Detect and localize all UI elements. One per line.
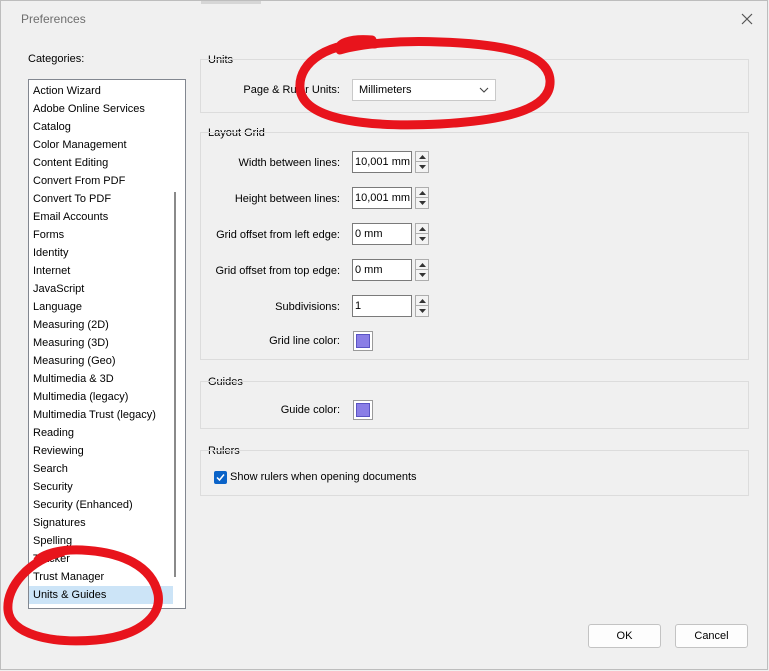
spin-up-button[interactable] [415, 223, 429, 234]
height-between-lines-input[interactable]: 10,001 mm [352, 187, 412, 209]
guide-color-label: Guide color: [280, 404, 340, 416]
category-item[interactable]: Email Accounts [29, 208, 173, 226]
triangle-down-icon [419, 201, 426, 205]
category-item[interactable]: Security (Enhanced) [29, 496, 173, 514]
triangle-up-icon [419, 191, 426, 195]
show-rulers-checkbox[interactable] [214, 471, 227, 484]
spin-down-button[interactable] [415, 234, 429, 245]
grid-line-color-label: Grid line color: [269, 335, 340, 347]
category-item[interactable]: Catalog [29, 118, 173, 136]
spin-down-button[interactable] [415, 162, 429, 173]
width-spinner[interactable] [415, 151, 429, 173]
category-item[interactable]: Search [29, 460, 173, 478]
title-bar: Preferences [1, 1, 767, 37]
category-item[interactable]: Measuring (Geo) [29, 352, 173, 370]
category-item[interactable]: Signatures [29, 514, 173, 532]
triangle-up-icon [419, 155, 426, 159]
window-title: Preferences [21, 12, 86, 26]
width-between-lines-input[interactable]: 10,001 mm [352, 151, 412, 173]
triangle-up-icon [419, 227, 426, 231]
triangle-up-icon [419, 299, 426, 303]
checkmark-icon [216, 474, 225, 482]
page-ruler-units-label: Page & Ruler Units: [243, 84, 340, 96]
category-item[interactable]: Color Management [29, 136, 173, 154]
height-between-lines-label: Height between lines: [234, 193, 340, 205]
close-button[interactable] [737, 9, 757, 29]
triangle-down-icon [419, 273, 426, 277]
close-icon [741, 13, 753, 25]
spin-up-button[interactable] [415, 295, 429, 306]
spin-up-button[interactable] [415, 259, 429, 270]
categories-scrollbar[interactable] [174, 192, 176, 577]
category-item[interactable]: Reviewing [29, 442, 173, 460]
spin-up-button[interactable] [415, 151, 429, 162]
cancel-button[interactable]: Cancel [675, 624, 748, 648]
preferences-dialog: Preferences Categories: Action Wizard Ado… [0, 0, 768, 670]
category-item[interactable]: Security [29, 478, 173, 496]
offset-top-label: Grid offset from top edge: [215, 265, 340, 277]
page-ruler-units-select[interactable]: Millimeters [352, 79, 496, 101]
spin-up-button[interactable] [415, 187, 429, 198]
triangle-up-icon [419, 263, 426, 267]
height-spinner[interactable] [415, 187, 429, 209]
page-ruler-units-value: Millimeters [359, 84, 412, 96]
category-item[interactable]: Units & Guides [29, 586, 173, 604]
subdivisions-label: Subdivisions: [275, 301, 340, 313]
category-item[interactable]: Adobe Online Services [29, 100, 173, 118]
subdivisions-input[interactable]: 1 [352, 295, 412, 317]
spin-down-button[interactable] [415, 198, 429, 209]
offset-left-spinner[interactable] [415, 223, 429, 245]
category-item[interactable]: Tracker [29, 550, 173, 568]
category-item[interactable]: Identity [29, 244, 173, 262]
guide-color-picker[interactable] [353, 400, 373, 420]
grid-line-color-picker[interactable] [353, 331, 373, 351]
offset-left-input[interactable]: 0 mm [352, 223, 412, 245]
offset-top-spinner[interactable] [415, 259, 429, 281]
spin-down-button[interactable] [415, 306, 429, 317]
grid-line-color-swatch [356, 334, 370, 348]
triangle-down-icon [419, 237, 426, 241]
chevron-down-icon [479, 87, 489, 93]
triangle-down-icon [419, 309, 426, 313]
ok-button[interactable]: OK [588, 624, 661, 648]
triangle-down-icon [419, 165, 426, 169]
category-item[interactable]: JavaScript [29, 280, 173, 298]
guide-color-swatch [356, 403, 370, 417]
subdivisions-spinner[interactable] [415, 295, 429, 317]
width-between-lines-label: Width between lines: [238, 157, 341, 169]
offset-top-input[interactable]: 0 mm [352, 259, 412, 281]
category-item[interactable]: Spelling [29, 532, 173, 550]
category-item[interactable]: Multimedia & 3D [29, 370, 173, 388]
category-item[interactable]: Measuring (2D) [29, 316, 173, 334]
category-item[interactable]: Reading [29, 424, 173, 442]
show-rulers-label[interactable]: Show rulers when opening documents [230, 471, 417, 483]
category-item[interactable]: Trust Manager [29, 568, 173, 586]
offset-left-label: Grid offset from left edge: [216, 229, 340, 241]
category-item[interactable]: Convert From PDF [29, 172, 173, 190]
spin-down-button[interactable] [415, 270, 429, 281]
categories-label: Categories: [28, 53, 85, 65]
